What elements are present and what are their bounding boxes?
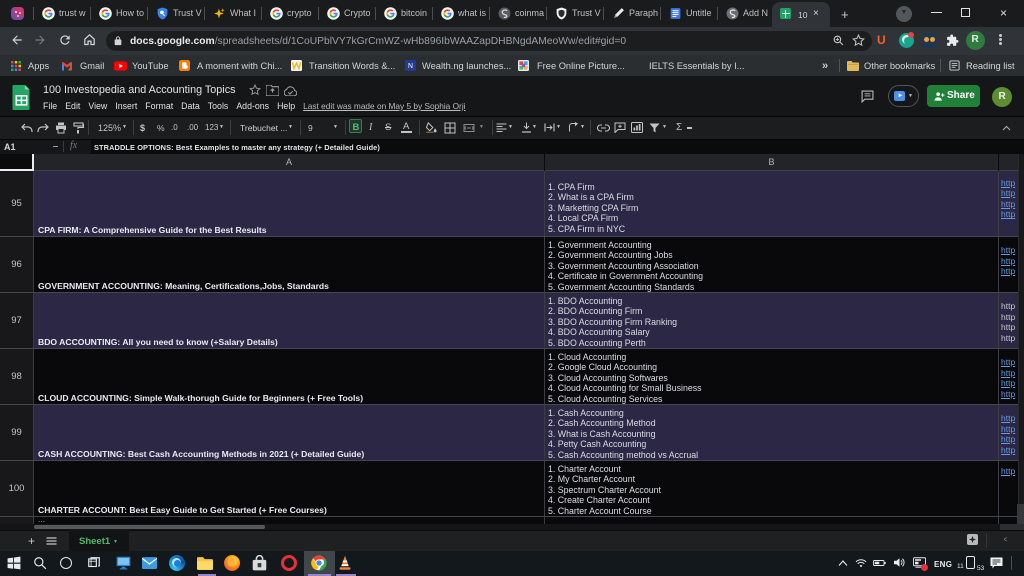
svg-text:N: N: [408, 63, 413, 70]
